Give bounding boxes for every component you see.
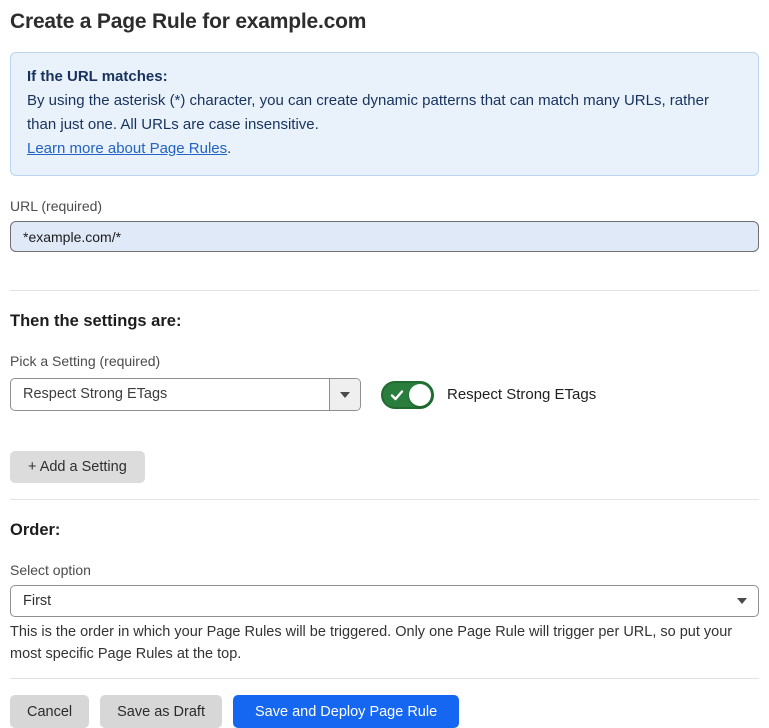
setting-select[interactable]: Respect Strong ETags bbox=[10, 378, 361, 411]
check-icon bbox=[390, 388, 404, 402]
setting-select-arrow-button[interactable] bbox=[329, 379, 360, 410]
add-setting-button[interactable]: + Add a Setting bbox=[10, 451, 145, 483]
link-period: . bbox=[227, 140, 231, 157]
url-match-info-box: If the URL matches: By using the asteris… bbox=[10, 52, 759, 176]
learn-more-link[interactable]: Learn more about Page Rules bbox=[27, 140, 227, 157]
info-box-link-line: Learn more about Page Rules. bbox=[27, 137, 742, 161]
respect-strong-etags-toggle[interactable] bbox=[381, 381, 434, 409]
url-field-label: URL (required) bbox=[10, 198, 759, 214]
divider bbox=[10, 678, 759, 679]
chevron-down-icon bbox=[340, 392, 350, 398]
divider bbox=[10, 499, 759, 500]
save-and-deploy-button[interactable]: Save and Deploy Page Rule bbox=[233, 695, 459, 728]
order-select[interactable]: First bbox=[10, 585, 759, 617]
page-title: Create a Page Rule for example.com bbox=[10, 10, 759, 34]
order-help-text: This is the order in which your Page Rul… bbox=[10, 622, 759, 665]
divider bbox=[10, 290, 759, 291]
order-select-value: First bbox=[23, 593, 51, 609]
url-input[interactable] bbox=[10, 221, 759, 252]
settings-section-heading: Then the settings are: bbox=[10, 312, 759, 331]
setting-row: Respect Strong ETags Respect Strong ETag… bbox=[10, 378, 759, 411]
order-select-label: Select option bbox=[10, 562, 759, 578]
toggle-label: Respect Strong ETags bbox=[447, 386, 596, 403]
create-page-rule-panel: Create a Page Rule for example.com If th… bbox=[0, 10, 769, 728]
save-as-draft-button[interactable]: Save as Draft bbox=[100, 695, 222, 728]
cancel-button[interactable]: Cancel bbox=[10, 695, 89, 728]
setting-select-value: Respect Strong ETags bbox=[11, 379, 329, 410]
info-box-body: By using the asterisk (*) character, you… bbox=[27, 89, 742, 137]
footer-actions: Cancel Save as Draft Save and Deploy Pag… bbox=[10, 695, 759, 728]
chevron-down-icon bbox=[737, 598, 747, 604]
order-section-heading: Order: bbox=[10, 521, 759, 540]
pick-setting-label: Pick a Setting (required) bbox=[10, 353, 759, 369]
toggle-knob bbox=[409, 384, 431, 406]
info-box-heading: If the URL matches: bbox=[27, 65, 742, 89]
